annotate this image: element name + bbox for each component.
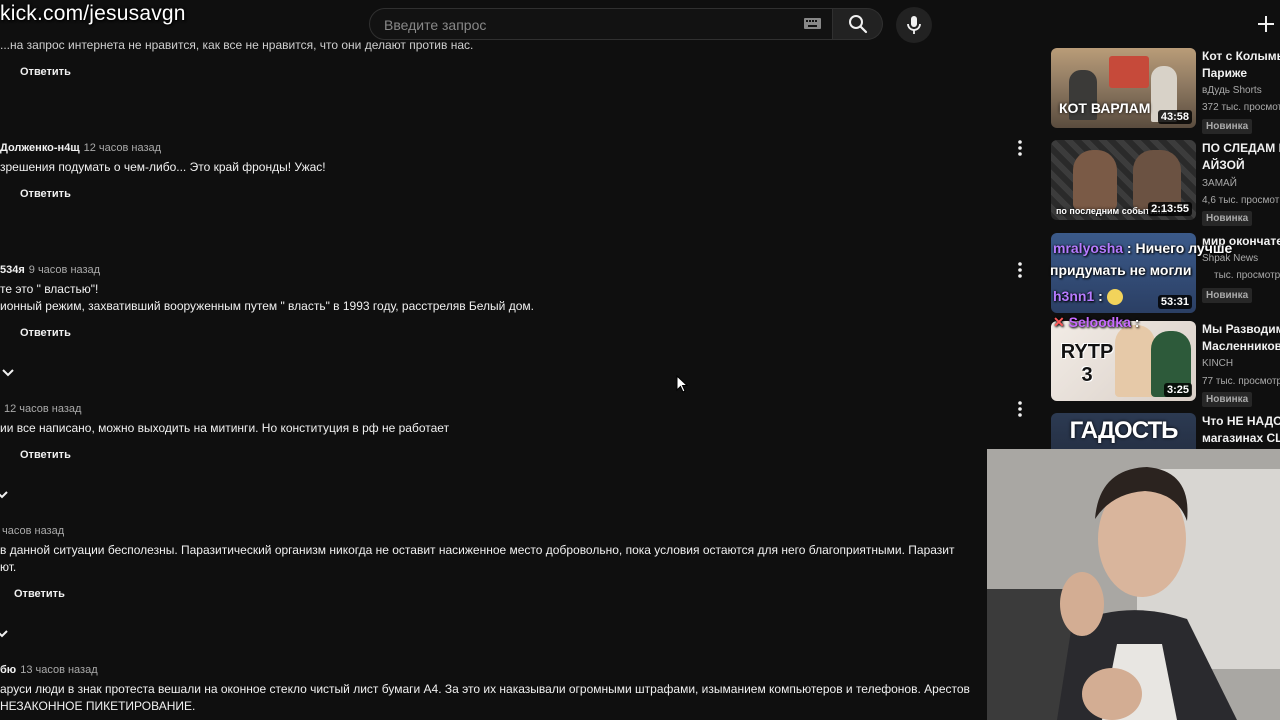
recommended-video[interactable]: ГАДОСТЬ Что НЕ НАДО магазинах СШ (1051, 413, 1280, 449)
video-title[interactable]: Кот с Колымы (1202, 48, 1280, 65)
video-thumbnail[interactable]: ГАДОСТЬ (1051, 413, 1196, 449)
recommended-video[interactable]: RYTP 3 3:25 Мы Разводим Масленников KINC… (1051, 321, 1280, 407)
video-views: 4,6 тыс. просмотров (1202, 195, 1280, 206)
comment-header: Долженко-н4щ 12 часов назад (0, 142, 161, 154)
new-badge: Новинка (1202, 392, 1253, 407)
comment-timestamp[interactable]: 12 часов назад (84, 142, 161, 154)
chat-username: Seloodka (1068, 314, 1131, 330)
video-title[interactable]: Париже (1202, 65, 1280, 82)
comment-text: аруси люди в знак протеста вешали на око… (0, 682, 970, 696)
more-vert-icon[interactable] (1017, 140, 1023, 156)
video-channel[interactable]: ЗАМАЙ (1202, 178, 1237, 189)
comment-text: те это " властью"! (0, 282, 99, 296)
chevron-down-icon[interactable] (0, 490, 9, 500)
comment-author[interactable]: Долженко-н4щ (0, 142, 80, 154)
video-duration: 3:25 (1163, 383, 1192, 397)
video-title[interactable]: Масленников (1202, 338, 1280, 355)
more-vert-icon[interactable] (1017, 262, 1023, 278)
comment-timestamp[interactable]: 13 часов назад (20, 664, 97, 676)
recommended-video[interactable]: по последним событиям 2:13:55 ПО СЛЕДАМ … (1051, 140, 1280, 226)
new-badge: Новинка (1202, 119, 1253, 134)
video-duration: 2:13:55 (1148, 202, 1192, 216)
chevron-down-icon[interactable] (1, 368, 15, 378)
video-title[interactable]: АЙЗОЙ (1202, 157, 1280, 174)
video-views: тыс. просмотров (1214, 270, 1280, 281)
emoji-icon (1106, 289, 1123, 306)
comment-text: НЕЗАКОННОЕ ПИКЕТИРОВАНИЕ. (0, 699, 196, 713)
chat-message: mralyosha : Ничего лучше (1053, 240, 1232, 256)
comment-header: 534я 9 часов назад (0, 264, 100, 276)
comment-author[interactable]: 534я (0, 264, 25, 276)
chat-text: : (1130, 314, 1140, 330)
webcam-feed (987, 449, 1280, 720)
chevron-down-icon[interactable] (0, 629, 9, 639)
comment-timestamp[interactable]: 9 часов назад (29, 264, 100, 276)
comments-section: ...на запрос интернета не нравится, как … (0, 0, 1022, 720)
comment-text: ионный режим, захвативший вооруженным пу… (0, 299, 534, 313)
chat-text: придумать не могли (1050, 262, 1192, 278)
comment-text: ии все написано, можно выходить на митин… (0, 421, 450, 435)
comment-header: часов назад (0, 525, 64, 537)
video-channel[interactable]: KINCH (1202, 358, 1233, 369)
recommended-video[interactable]: КОТ ВАРЛАМ 43:58 Кот с Колымы Париже вДу… (1051, 48, 1280, 134)
video-views: 372 тыс. просмотров (1202, 102, 1280, 113)
video-channel[interactable]: вДудь Shorts (1202, 85, 1262, 96)
comment-header: бю 13 часов назад (0, 664, 98, 676)
reply-button[interactable]: Ответить (20, 449, 71, 461)
new-badge: Новинка (1202, 288, 1253, 303)
comment-text: зрешения подумать о чем-либо... Это край… (0, 160, 326, 174)
video-title[interactable]: ПО СЛЕДАМ И (1202, 140, 1280, 157)
chat-username: mralyosha (1053, 240, 1124, 256)
video-title[interactable]: Мы Разводим (1202, 321, 1280, 338)
video-title[interactable]: магазинах СШ (1202, 430, 1280, 447)
reply-button[interactable]: Ответить (20, 188, 71, 200)
comment-timestamp[interactable]: 12 часов назад (4, 403, 81, 415)
comment-timestamp[interactable]: часов назад (2, 525, 64, 537)
more-vert-icon[interactable] (1017, 401, 1023, 417)
chat-username: h3nn1 (1053, 288, 1095, 304)
video-views: 77 тыс. просмотров (1202, 376, 1280, 387)
chat-message: h3nn1 : (1053, 288, 1123, 306)
stream-url-overlay: kick.com/jesusavgn (0, 2, 186, 25)
comment-author[interactable]: бю (0, 664, 16, 676)
chat-message: ✕ Seloodka : (1053, 314, 1139, 331)
video-thumbnail[interactable]: по последним событиям 2:13:55 (1051, 140, 1196, 220)
reply-button[interactable]: Ответить (14, 588, 65, 600)
thumbnail-caption: RYTP 3 (1060, 341, 1114, 386)
comment-header: 12 часов назад (0, 403, 81, 415)
badge-icon: ✕ (1053, 314, 1069, 330)
comment-text: ...на запрос интернета не нравится, как … (0, 38, 474, 52)
video-duration: 53:31 (1157, 295, 1192, 309)
mouse-cursor-icon (676, 375, 688, 393)
comment-text: в данной ситуации бесполезны. Паразитиче… (0, 543, 955, 557)
video-thumbnail[interactable]: КОТ ВАРЛАМ 43:58 (1051, 48, 1196, 128)
new-badge: Новинка (1202, 211, 1253, 226)
plus-icon[interactable] (1252, 10, 1280, 38)
reply-button[interactable]: Ответить (20, 66, 71, 78)
thumbnail-caption: ГАДОСТЬ (1069, 417, 1179, 444)
chat-text: : (1094, 288, 1107, 304)
reply-button[interactable]: Ответить (20, 327, 71, 339)
video-thumbnail[interactable]: RYTP 3 3:25 (1051, 321, 1196, 401)
video-duration: 43:58 (1157, 110, 1192, 124)
comment-text: ют. (0, 560, 17, 574)
streamer-webcam (987, 449, 1280, 720)
chat-text: : Ничего лучше (1123, 240, 1233, 256)
video-title[interactable]: Что НЕ НАДО (1202, 413, 1280, 430)
